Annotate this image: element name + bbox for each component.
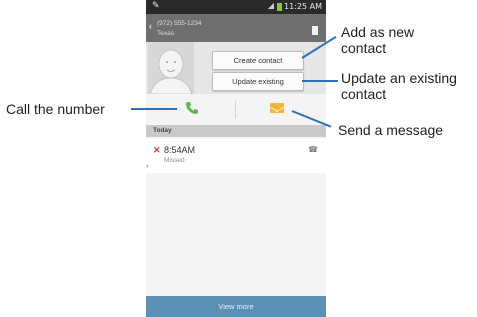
phone-number: (972) 555-1234 bbox=[157, 20, 202, 27]
divider bbox=[235, 100, 236, 118]
view-more-button[interactable]: View more bbox=[146, 296, 326, 317]
section-header: Today bbox=[146, 125, 326, 137]
call-status: Missed bbox=[164, 157, 185, 164]
back-icon[interactable]: ‹ bbox=[149, 21, 152, 31]
chevron-right-icon: › bbox=[146, 161, 149, 170]
call-log-entry[interactable]: ✕ 8:54AM Missed ☎ bbox=[146, 139, 326, 173]
create-contact-button[interactable]: Create contact bbox=[212, 51, 304, 70]
phone-screen: ✎ ◢ 11:25 AM ‹ (972) 555-1234 Texas Crea… bbox=[146, 0, 326, 317]
battery-icon bbox=[277, 3, 282, 11]
location: Texas bbox=[157, 30, 174, 37]
message-icon[interactable] bbox=[270, 103, 284, 113]
callout-update-existing: Update an existing contact bbox=[341, 70, 457, 102]
pen-icon: ✎ bbox=[152, 1, 160, 11]
call-header: ‹ (972) 555-1234 Texas bbox=[146, 14, 326, 42]
update-existing-button[interactable]: Update existing bbox=[212, 72, 304, 91]
callout-send-message: Send a message bbox=[338, 122, 444, 138]
callout-call-number: Call the number bbox=[6, 101, 105, 117]
callout-line-call bbox=[131, 108, 177, 110]
call-time: 8:54AM bbox=[164, 145, 196, 155]
missed-call-icon: ✕ bbox=[153, 145, 161, 155]
callout-add-new: Add as new contact bbox=[341, 24, 415, 56]
avatar-icon bbox=[148, 42, 194, 95]
signal-icon: ◢ bbox=[267, 1, 274, 10]
call-icon[interactable] bbox=[184, 100, 200, 116]
callout-line-update bbox=[302, 80, 338, 82]
section-title: Today bbox=[153, 127, 172, 134]
call-back-icon[interactable]: ☎ bbox=[308, 145, 318, 154]
delete-icon[interactable] bbox=[312, 26, 318, 35]
status-bar: ✎ ◢ 11:25 AM bbox=[146, 0, 326, 14]
status-time: 11:25 AM bbox=[284, 2, 322, 11]
